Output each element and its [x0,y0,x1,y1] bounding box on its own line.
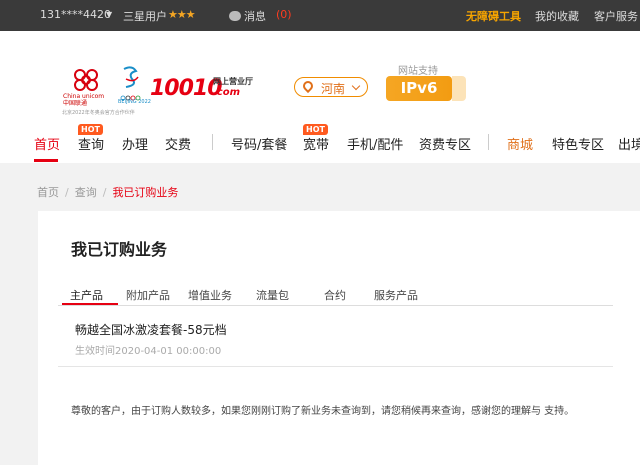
nav-broadband[interactable]: HOT 宽带 [303,124,329,153]
nav-home[interactable]: 首页 [34,134,60,153]
nav-mall[interactable]: 商城 [507,134,533,153]
hall-label: 网上营业厅 [213,77,253,86]
tab-service-product[interactable]: 服务产品 [374,287,418,303]
breadcrumb: 首页 / 查询 / 我已订购业务 [37,186,179,199]
china-unicom-logo-icon[interactable] [68,66,106,94]
main-nav: 首页 HOT 查询 办理 交费 号码/套餐 HOT 宽带 手机/配件 资费专区 商城… [0,124,640,161]
nav-number-plan[interactable]: 号码/套餐 [231,134,287,153]
breadcrumb-query[interactable]: 查询 [75,186,97,199]
nav-divider [212,134,213,150]
plan-name: 畅越全国冰激凌套餐-58元档 [75,323,227,337]
accessibility-link[interactable]: 无障碍工具 [466,8,521,24]
nav-query[interactable]: HOT 查询 [78,124,104,153]
nav-handle[interactable]: 办理 [122,134,148,153]
hot-badge: HOT [78,124,103,135]
service-tabs: 主产品 附加产品 增值业务 流量包 合约 服务产品 [58,284,613,306]
ipv6-caption: 网站支持 [398,66,438,77]
tab-main-product[interactable]: 主产品 [70,287,103,303]
ipv6-badge: IPv6 [386,76,452,101]
domain-label: .com [213,87,241,98]
caret-down-icon[interactable]: ▼ [106,10,112,19]
notice-text: 尊敬的客户，由于订购人数较多，如果您刚刚订购了新业务未查询到，请您稍候再来查询，… [71,406,575,417]
region-selector[interactable]: 河南 [294,77,368,97]
site-header: China unicom 中国联通 BEIJING 2022 北京2022年冬奥… [0,31,640,163]
top-bar: 131****4420 ▼ 三星用户 ★★★ 消息 (0) 无障碍工具 我的收藏… [0,0,640,31]
chat-bubble-icon [229,11,241,21]
nav-abroad[interactable]: 出境 [618,134,640,153]
message-link[interactable]: 消息 [229,8,266,24]
favorites-link[interactable]: 我的收藏 [535,8,579,24]
star-rating-icon: ★★★ [168,8,196,21]
breadcrumb-current: 我已订购业务 [112,186,179,199]
tab-active-indicator [62,303,118,305]
page-title: 我已订购业务 [71,240,168,259]
hot-badge: HOT [303,124,328,135]
message-label: 消息 [244,10,266,23]
location-pin-icon [300,78,316,94]
nav-phones[interactable]: 手机/配件 [347,134,403,153]
user-level: 三星用户 [123,10,167,23]
chevron-down-icon [351,81,361,91]
subscribed-services-panel: 我已订购业务 主产品 附加产品 增值业务 流量包 合约 服务产品 畅越全国冰激凌… [38,211,640,465]
olympics-text: BEIJING 2022 [118,99,151,105]
customer-service-link[interactable]: 客户服务 [594,8,638,24]
nav-tariff[interactable]: 资费专区 [419,134,471,153]
nav-active-indicator [34,159,58,162]
tab-contract[interactable]: 合约 [324,287,346,303]
breadcrumb-home[interactable]: 首页 [37,186,59,199]
brand-text: China unicom 中国联通 [63,93,105,107]
message-count[interactable]: (0) [276,8,292,21]
tab-addon-product[interactable]: 附加产品 [126,287,170,303]
account-phone[interactable]: 131****4420 [40,8,111,21]
olympics-emblem-icon [120,66,141,101]
nav-special[interactable]: 特色专区 [552,134,604,153]
tab-data-pack[interactable]: 流量包 [256,287,289,303]
divider [58,366,613,367]
plan-effective-date: 生效时间2020-04-01 00:00:00 [75,346,222,357]
tab-value-added[interactable]: 增值业务 [188,287,232,303]
hotline-logo[interactable]: 10010 [150,76,223,101]
nav-divider [488,134,489,150]
region-label: 河南 [321,82,346,96]
partner-text: 北京2022年冬奥会官方合作伙伴 [62,110,135,116]
nav-pay[interactable]: 交费 [165,134,191,153]
ipv6-badge-tail [452,76,466,101]
